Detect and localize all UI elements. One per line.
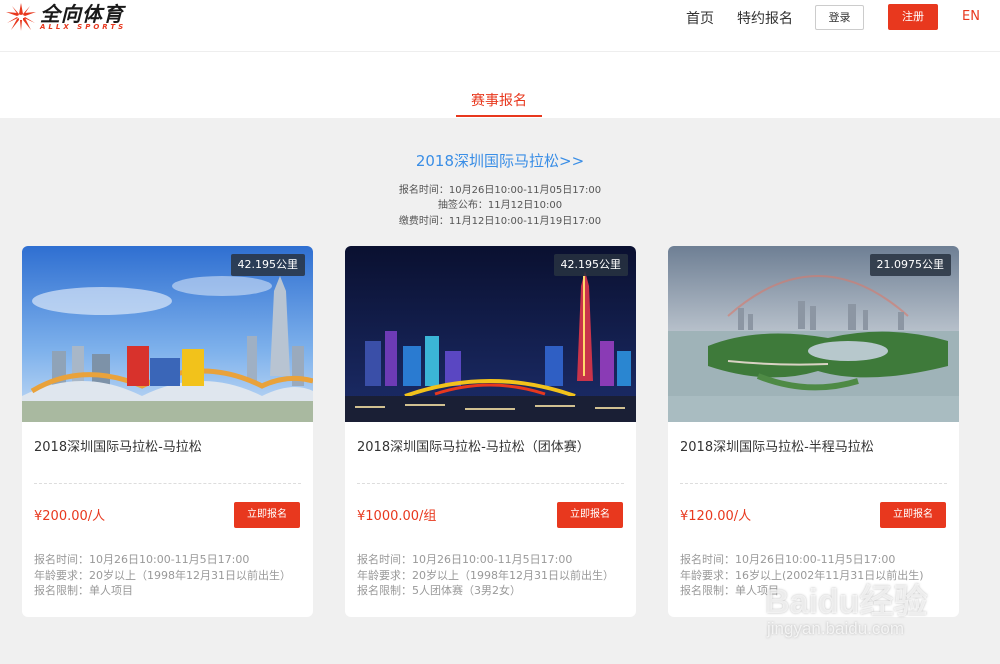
tab-bar: 赛事报名: [0, 52, 1000, 118]
event-payment-time: 缴费时间：11月12日10:00-11月19日17:00: [398, 216, 602, 227]
signup-now-button[interactable]: 立即报名: [234, 502, 300, 528]
race-signup-time: 报名时间：10月26日10:00-11月5日17:00: [680, 553, 896, 566]
event-lottery-time: 抽签公布：11月12日10:00: [437, 200, 563, 211]
divider: [357, 483, 624, 484]
nav-special-signup[interactable]: 特约报名: [737, 8, 793, 28]
race-card-marathon[interactable]: 42.195公里 2018深圳国际马拉松-马拉松 ¥200.00/人 立即报名 …: [22, 246, 313, 617]
race-name[interactable]: 2018深圳国际马拉松-半程马拉松: [680, 436, 874, 455]
distance-badge: 21.0975公里: [869, 254, 951, 276]
race-age-requirement: 年龄要求：20岁以上（1998年12月31日以前出生）: [34, 569, 291, 582]
logo-text-cn: 全向体育: [40, 1, 124, 26]
race-price: ¥1000.00/组: [357, 509, 437, 524]
signup-now-button[interactable]: 立即报名: [557, 502, 623, 528]
race-price: ¥120.00/人: [680, 509, 752, 524]
race-signup-time: 报名时间：10月26日10:00-11月5日17:00: [34, 553, 250, 566]
race-price: ¥200.00/人: [34, 509, 106, 524]
watermark-url: jingyan.baidu.com: [767, 619, 905, 638]
watermark-brand: Baidu经验: [765, 583, 928, 621]
distance-badge: 42.195公里: [230, 254, 305, 276]
race-card-half-marathon[interactable]: 21.0975公里 2018深圳国际马拉松-半程马拉松 ¥120.00/人 立即…: [668, 246, 959, 617]
signup-now-button[interactable]: 立即报名: [880, 502, 946, 528]
divider: [34, 483, 301, 484]
distance-badge: 42.195公里: [553, 254, 628, 276]
event-signup-time: 报名时间：10月26日10:00-11月05日17:00: [398, 185, 602, 196]
tab-event-signup[interactable]: 赛事报名: [456, 90, 542, 110]
race-age-requirement: 年龄要求：20岁以上（1998年12月31日以前出生）: [357, 569, 614, 582]
language-switch[interactable]: EN: [962, 9, 980, 24]
race-signup-time: 报名时间：10月26日10:00-11月5日17:00: [357, 553, 573, 566]
logo-text-en: ALLX SPORTS: [40, 22, 127, 31]
race-image: 42.195公里: [22, 246, 313, 422]
login-button[interactable]: 登录: [815, 5, 864, 30]
baidu-jingyan-watermark: Baidu经验 jingyan.baidu.com: [765, 574, 995, 654]
divider: [680, 483, 947, 484]
register-button[interactable]: 注册: [888, 4, 938, 30]
logo-star-icon: [6, 3, 36, 31]
race-name[interactable]: 2018深圳国际马拉松-马拉松（团体赛）: [357, 436, 590, 455]
race-name[interactable]: 2018深圳国际马拉松-马拉松: [34, 436, 202, 455]
race-card-marathon-team[interactable]: 42.195公里 2018深圳国际马拉松-马拉松（团体赛） ¥1000.00/组…: [345, 246, 636, 617]
race-image: 42.195公里: [345, 246, 636, 422]
race-limit: 报名限制：单人项目: [34, 584, 133, 597]
nav-home[interactable]: 首页: [686, 8, 714, 28]
race-limit: 报名限制：5人团体赛（3男2女）: [357, 584, 521, 597]
tab-active-indicator: [456, 115, 542, 117]
event-title-link[interactable]: 2018深圳国际马拉松>>: [0, 150, 1000, 171]
top-header: 全向体育 ALLX SPORTS 首页 特约报名 登录 注册 EN: [0, 0, 1000, 52]
site-logo[interactable]: 全向体育 ALLX SPORTS: [4, 2, 126, 32]
race-image: 21.0975公里: [668, 246, 959, 422]
